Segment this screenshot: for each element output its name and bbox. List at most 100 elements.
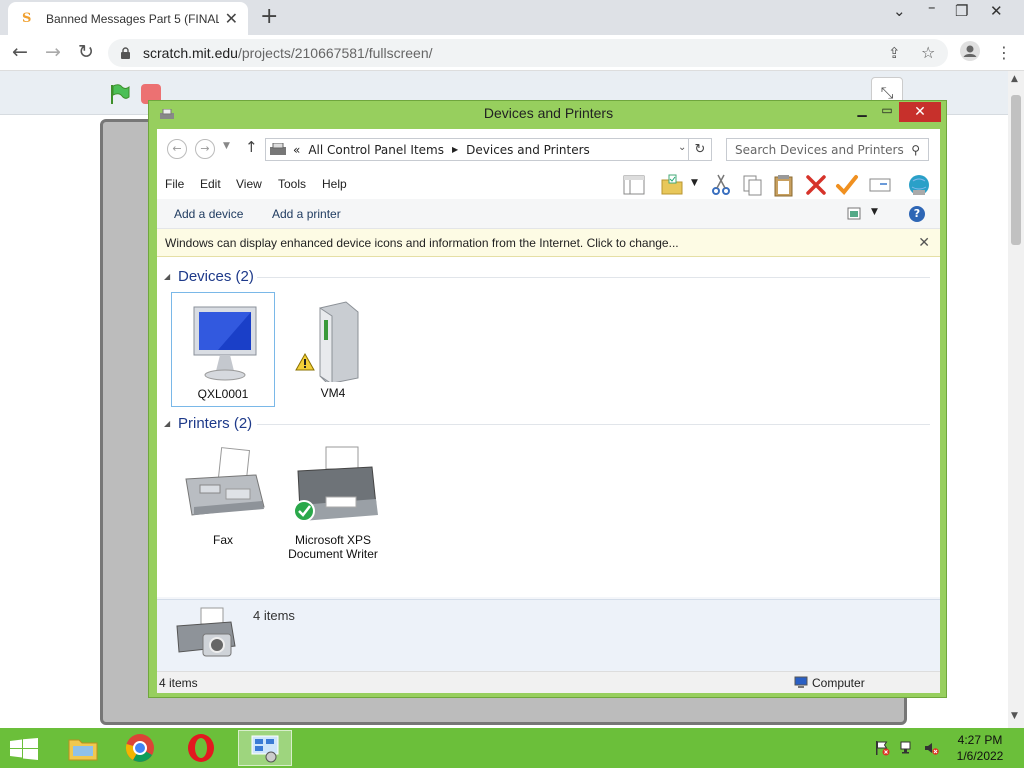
printer-label: Microsoft XPS Document Writer [288, 533, 378, 561]
minimize-icon[interactable]: – [928, 0, 936, 16]
devices-printers-icon [176, 607, 236, 657]
view-dropdown-icon[interactable]: ▼ [871, 207, 878, 217]
control-panel-task[interactable] [238, 730, 292, 766]
chrome-icon [125, 734, 154, 762]
folder-options-icon[interactable] [660, 173, 684, 197]
menu-view[interactable]: View [236, 177, 262, 191]
change-view-icon[interactable] [847, 207, 861, 220]
status-bar: 4 items Computer [157, 671, 940, 693]
chrome-task[interactable] [113, 730, 167, 766]
help-icon[interactable]: ? [909, 206, 925, 222]
scroll-thumb[interactable] [1011, 95, 1021, 245]
address-bar[interactable]: scratch.mit.edu/projects/210667581/fulls… [108, 39, 948, 67]
scroll-down-icon[interactable]: ▼ [1011, 711, 1018, 721]
up-level-icon[interactable]: ↑ [245, 138, 258, 156]
printers-group-header[interactable]: Printers (2) [178, 415, 252, 432]
recent-locations-icon[interactable]: ▼ [223, 141, 230, 151]
info-bar-close-icon[interactable]: ✕ [918, 234, 930, 251]
fax-icon [178, 445, 268, 529]
share-icon[interactable]: ⇪ [888, 44, 901, 62]
printer-icon [288, 445, 378, 529]
chrome-menu-icon[interactable]: ⋮ [996, 43, 1012, 62]
menu-help[interactable]: Help [322, 177, 347, 191]
breadcrumb-arrow-icon: ▶ [451, 145, 459, 154]
new-tab-button[interactable]: + [260, 4, 278, 29]
device-label: QXL0001 [197, 387, 249, 401]
browser-tab-bar: S Banned Messages Part 5 (FINAL) ✕ + ⌄ –… [0, 0, 1024, 35]
printer-tile-xps[interactable]: Microsoft XPS Document Writer [281, 439, 385, 567]
folder-options-dropdown-icon[interactable]: ▼ [691, 178, 698, 188]
printer-label: Fax [212, 533, 233, 547]
devices-collapse-icon[interactable]: ◢ [164, 272, 170, 281]
breadcrumb-root[interactable]: All Control Panel Items [308, 143, 444, 157]
properties-check-icon[interactable] [835, 173, 859, 197]
monitor-icon [178, 299, 268, 383]
address-row: ← → ▼ ↑ « All Control Panel Items ▶ Devi… [157, 129, 940, 169]
tab-close-icon[interactable]: ✕ [225, 9, 238, 28]
internet-globe-icon[interactable] [907, 173, 931, 197]
tab-search-icon[interactable]: ⌄ [893, 2, 906, 20]
cut-icon[interactable] [709, 173, 733, 197]
device-tile-qxl0001[interactable]: QXL0001 [171, 292, 275, 407]
layout-pane-icon[interactable] [622, 173, 646, 197]
page-scrollbar[interactable]: ▲ ▼ [1008, 71, 1024, 728]
opera-icon [188, 734, 214, 762]
device-label: VM4 [320, 386, 346, 400]
delete-icon[interactable] [804, 173, 828, 197]
search-input[interactable]: Search Devices and Printers ⚲ [726, 138, 929, 161]
windows-start-icon[interactable] [10, 738, 38, 760]
back-icon[interactable]: ← [12, 41, 28, 63]
restore-icon[interactable]: ❐ [955, 2, 968, 20]
forward-icon[interactable]: → [45, 41, 61, 63]
volume-muted-icon[interactable] [923, 740, 939, 756]
menu-tools[interactable]: Tools [278, 177, 306, 191]
close-window-icon[interactable]: ✕ [990, 2, 1003, 20]
explorer-forward-button[interactable]: → [195, 139, 215, 159]
search-placeholder: Search Devices and Printers [735, 143, 904, 157]
add-device-button[interactable]: Add a device [174, 207, 243, 221]
search-icon[interactable]: ⚲ [911, 143, 920, 157]
network-icon[interactable] [899, 740, 915, 756]
reload-icon[interactable]: ↻ [78, 41, 94, 63]
printer-tile-fax[interactable]: Fax [171, 439, 275, 554]
green-flag-icon[interactable] [108, 83, 130, 105]
close-button[interactable]: ✕ [899, 102, 941, 122]
profile-avatar-icon[interactable] [960, 41, 980, 66]
taskbar: 4:27 PM 1/6/2022 [0, 728, 1024, 768]
refresh-button[interactable]: ↻ [688, 138, 712, 161]
explorer-back-button[interactable]: ← [167, 139, 187, 159]
details-item-count: 4 items [253, 608, 295, 623]
copy-icon[interactable] [741, 173, 765, 197]
control-panel-icon [251, 735, 279, 763]
browser-tab[interactable]: S Banned Messages Part 5 (FINAL) ✕ [8, 2, 248, 35]
bookmark-star-icon[interactable]: ☆ [921, 43, 935, 62]
url-text: scratch.mit.edu/projects/210667581/fulls… [143, 45, 433, 61]
file-explorer-task[interactable] [56, 730, 110, 766]
server-icon [288, 298, 378, 385]
action-center-flag-icon[interactable] [874, 740, 890, 756]
address-dropdown-icon: ⌄ [678, 142, 687, 153]
paste-icon[interactable] [772, 173, 796, 197]
info-bar[interactable]: Windows can display enhanced device icon… [157, 229, 940, 257]
scratch-favicon-icon: S [22, 10, 32, 26]
clock-time: 4:27 PM [957, 733, 1003, 747]
details-pane: 4 items [157, 599, 940, 671]
explorer-address-box[interactable]: « All Control Panel Items ▶ Devices and … [265, 138, 712, 161]
maximize-button[interactable]: ▭ [875, 103, 899, 121]
menu-edit[interactable]: Edit [200, 177, 221, 191]
scroll-up-icon[interactable]: ▲ [1011, 74, 1018, 84]
devices-group-header[interactable]: Devices (2) [178, 268, 254, 285]
clock-date: 1/6/2022 [956, 749, 1004, 763]
printers-collapse-icon[interactable]: ◢ [164, 419, 170, 428]
device-tile-vm4[interactable]: VM4 [281, 292, 385, 407]
breadcrumb-current[interactable]: Devices and Printers [466, 143, 590, 157]
breadcrumb-chevron-icon: « [293, 142, 301, 157]
add-printer-button[interactable]: Add a printer [272, 207, 341, 221]
status-location: Computer [812, 676, 865, 690]
taskbar-clock[interactable]: 4:27 PM 1/6/2022 [950, 732, 1010, 764]
opera-task[interactable] [174, 730, 228, 766]
device-properties-icon[interactable] [868, 173, 892, 197]
info-bar-text: Windows can display enhanced device icon… [165, 236, 679, 250]
menu-file[interactable]: File [165, 177, 184, 191]
minimize-button[interactable]: ▁ [849, 103, 875, 121]
